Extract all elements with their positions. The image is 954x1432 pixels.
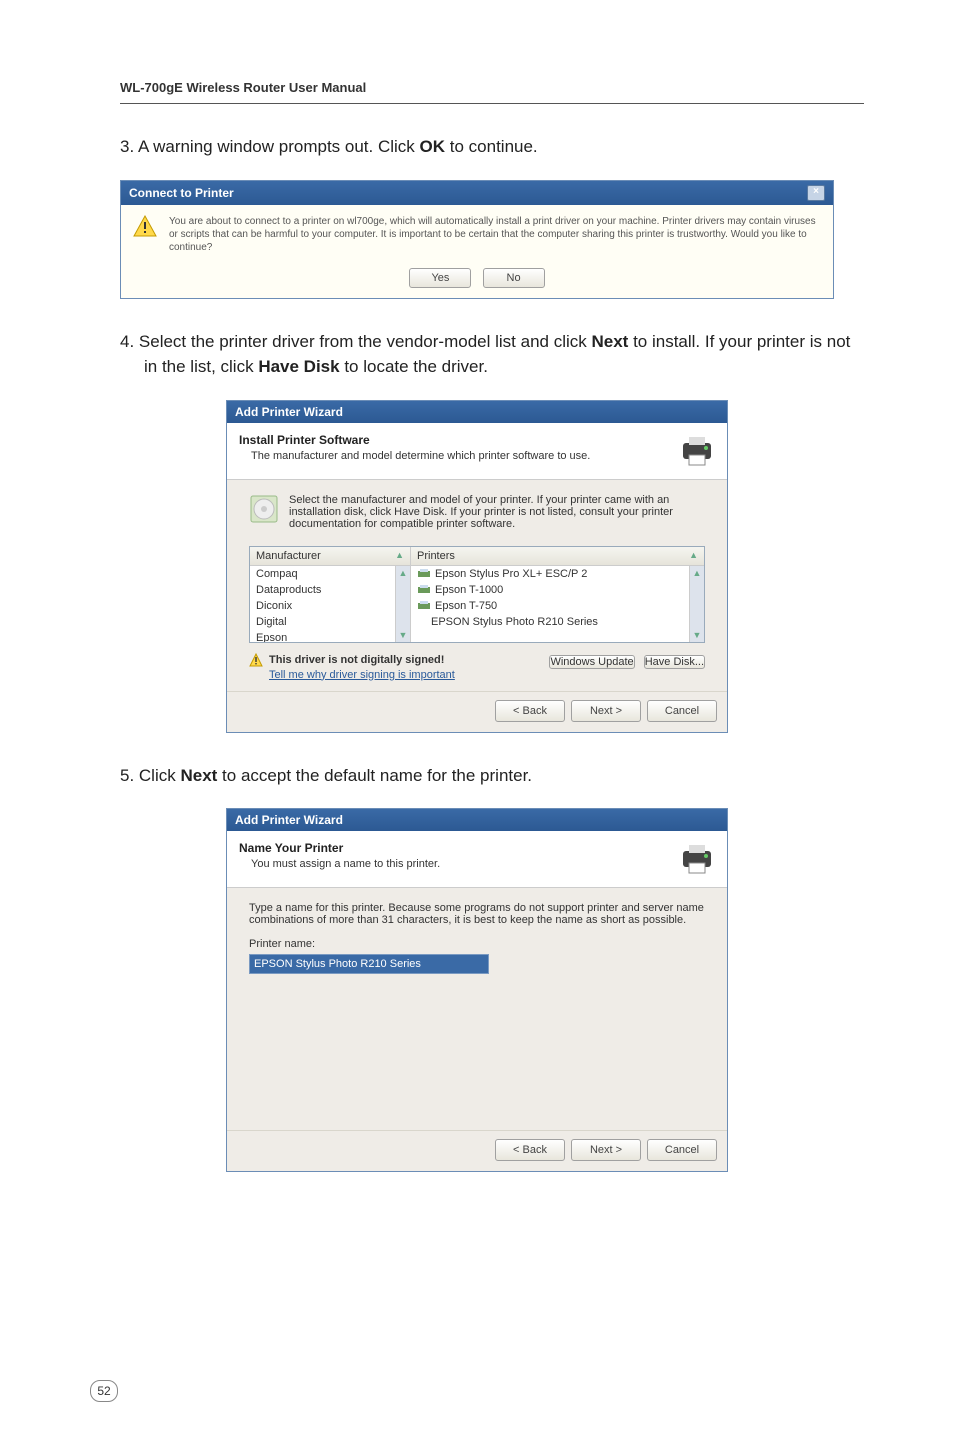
list-item[interactable]: Digital <box>250 614 395 630</box>
back-button[interactable]: < Back <box>495 1139 565 1161</box>
printer-item-label: Epson T-750 <box>435 600 497 612</box>
printer-name-input[interactable] <box>249 954 489 974</box>
vendor-model-list: Manufacturer ▲ Compaq Dataproducts Dicon… <box>249 546 705 643</box>
printers-head[interactable]: Printers ▲ <box>411 547 704 566</box>
list-item[interactable]: Dataproducts <box>250 582 395 598</box>
no-button[interactable]: No <box>483 268 545 288</box>
step-4-prefix: 4. Select the printer driver from the ve… <box>120 332 591 351</box>
page-header: WL-700gE Wireless Router User Manual <box>120 80 864 104</box>
next-button[interactable]: Next > <box>571 1139 641 1161</box>
step-5: 5. Click Next to accept the default name… <box>120 763 864 789</box>
wizard2-buttons: < Back Next > Cancel <box>227 1130 727 1171</box>
driver-signing-link[interactable]: Tell me why driver signing is important <box>269 669 455 681</box>
dialog1-titlebar: Connect to Printer × <box>121 181 833 205</box>
printer-sm-icon <box>417 584 431 596</box>
printer-sm-icon <box>417 568 431 580</box>
close-icon[interactable]: × <box>807 185 825 201</box>
wizard2-heading: Name Your Printer <box>239 841 679 855</box>
page-number: 52 <box>90 1380 118 1402</box>
warning-icon <box>133 215 157 237</box>
sort-up-icon[interactable]: ▲ <box>689 550 698 560</box>
step-3-ok: OK <box>420 137 446 156</box>
wizard1-heading: Install Printer Software <box>239 433 679 447</box>
not-signed-text: This driver is not digitally signed! <box>269 654 444 666</box>
next-button[interactable]: Next > <box>571 700 641 722</box>
wizard1-buttons: < Back Next > Cancel <box>227 691 727 732</box>
wizard2-body-text: Type a name for this printer. Because so… <box>249 902 705 926</box>
wizard1-subheading: The manufacturer and model determine whi… <box>251 450 679 462</box>
list-item[interactable]: Epson Stylus Pro XL+ ESC/P 2 <box>411 566 689 582</box>
yes-button[interactable]: Yes <box>409 268 471 288</box>
cancel-button[interactable]: Cancel <box>647 700 717 722</box>
scrollbar[interactable]: ▲ ▼ <box>689 566 704 642</box>
warning-icon <box>249 653 263 667</box>
list-item[interactable]: EPSON Stylus Photo R210 Series <box>411 614 689 630</box>
list-item[interactable]: Epson <box>250 630 395 642</box>
back-button[interactable]: < Back <box>495 700 565 722</box>
dialog1-title: Connect to Printer <box>129 186 234 200</box>
step-3-prefix: 3. A warning window prompts out. Click <box>120 137 420 156</box>
col2-label: Printers <box>417 550 455 562</box>
wizard2-subheading: You must assign a name to this printer. <box>251 858 679 870</box>
add-printer-wizard-install: Add Printer Wizard Install Printer Softw… <box>226 400 728 733</box>
step-3: 3. A warning window prompts out. Click O… <box>120 134 864 160</box>
list-item[interactable]: Diconix <box>250 598 395 614</box>
wizard2-body: Type a name for this printer. Because so… <box>227 888 727 1130</box>
printer-item-label: Epson Stylus Pro XL+ ESC/P 2 <box>435 568 587 580</box>
wizard1-header: Install Printer Software The manufacture… <box>227 423 727 480</box>
have-disk-button[interactable]: Have Disk... <box>644 655 705 669</box>
cancel-button[interactable]: Cancel <box>647 1139 717 1161</box>
wizard2-header: Name Your Printer You must assign a name… <box>227 831 727 888</box>
wizard2-titlebar: Add Printer Wizard <box>227 809 727 831</box>
list-item[interactable]: Epson T-1000 <box>411 582 689 598</box>
dialog1-buttons: Yes No <box>121 264 833 298</box>
manufacturer-head[interactable]: Manufacturer ▲ <box>250 547 410 566</box>
step-4: 4. Select the printer driver from the ve… <box>120 329 864 380</box>
scroll-up-icon[interactable]: ▲ <box>398 568 408 578</box>
printer-name-label: Printer name: <box>249 938 705 950</box>
scrollbar[interactable]: ▲ ▼ <box>395 566 410 642</box>
step-3-suffix: to continue. <box>445 137 538 156</box>
scroll-down-icon[interactable]: ▼ <box>398 630 408 640</box>
wizard1-title: Add Printer Wizard <box>235 405 343 419</box>
disc-icon <box>249 494 279 524</box>
sort-up-icon[interactable]: ▲ <box>395 550 404 560</box>
printer-item-label: Epson T-1000 <box>435 584 503 596</box>
printer-icon <box>679 433 715 469</box>
list-item[interactable]: Epson T-750 <box>411 598 689 614</box>
wizard1-info: Select the manufacturer and model of you… <box>289 494 705 530</box>
step-5-next: Next <box>180 766 217 785</box>
wizard2-title: Add Printer Wizard <box>235 813 343 827</box>
list-item[interactable]: Compaq <box>250 566 395 582</box>
add-printer-wizard-name: Add Printer Wizard Name Your Printer You… <box>226 808 728 1172</box>
printer-item-label: EPSON Stylus Photo R210 Series <box>431 616 598 628</box>
scroll-down-icon[interactable]: ▼ <box>692 630 702 640</box>
connect-to-printer-dialog: Connect to Printer × You are about to co… <box>120 180 834 299</box>
step-4-suffix: to locate the driver. <box>340 357 488 376</box>
step-5-suffix: to accept the default name for the print… <box>217 766 532 785</box>
step-4-next: Next <box>591 332 628 351</box>
wizard1-titlebar: Add Printer Wizard <box>227 401 727 423</box>
windows-update-button[interactable]: Windows Update <box>549 655 634 669</box>
step-5-prefix: 5. Click <box>120 766 180 785</box>
col1-label: Manufacturer <box>256 550 321 562</box>
printer-icon <box>679 841 715 877</box>
printer-sm-icon <box>417 600 431 612</box>
scroll-up-icon[interactable]: ▲ <box>692 568 702 578</box>
dialog1-body: You are about to connect to a printer on… <box>121 205 833 264</box>
dialog1-warning-text: You are about to connect to a printer on… <box>169 215 821 254</box>
wizard1-body: Select the manufacturer and model of you… <box>227 480 727 691</box>
step-4-havedisk: Have Disk <box>258 357 339 376</box>
